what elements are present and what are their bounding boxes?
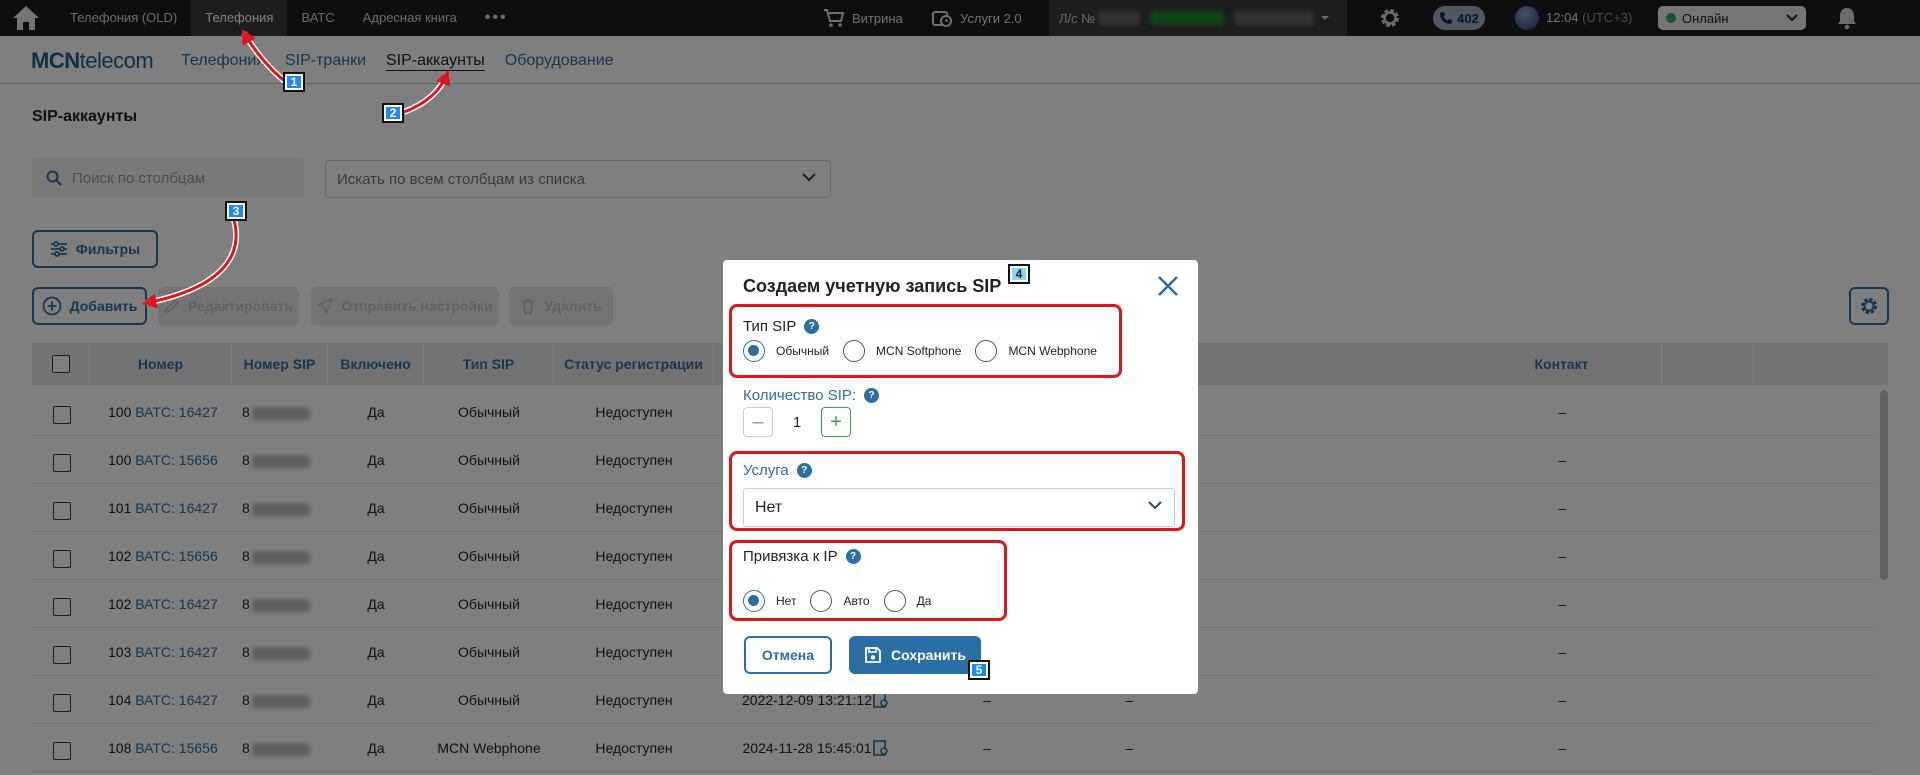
- sip-count-stepper: – 1 +: [743, 406, 853, 438]
- annotation-badge-3: 3: [225, 201, 247, 221]
- annotation-badge-2: 2: [382, 103, 404, 123]
- sip-count-label: Количество SIP:?: [743, 387, 880, 404]
- annotation-badge-1: 1: [283, 72, 305, 92]
- save-label: Сохранить: [891, 647, 966, 663]
- decrement-button[interactable]: –: [743, 407, 773, 437]
- sip-count-value[interactable]: 1: [773, 414, 821, 431]
- annotation-badge-5: 5: [968, 660, 990, 680]
- cancel-button[interactable]: Отмена: [744, 636, 832, 674]
- increment-button[interactable]: +: [821, 407, 851, 437]
- save-icon: [865, 647, 881, 663]
- close-icon[interactable]: [1155, 273, 1181, 299]
- modal-title: Создаем учетную запись SIP: [743, 276, 1002, 296]
- highlight-ip-binding: [729, 540, 1007, 621]
- sip-count-label-text: Количество SIP:: [743, 387, 857, 404]
- highlight-service: [729, 451, 1185, 531]
- save-button[interactable]: Сохранить: [849, 636, 981, 674]
- annotation-badge-4: 4: [1008, 264, 1030, 284]
- highlight-sip-type: [729, 304, 1122, 378]
- help-icon[interactable]: ?: [864, 388, 880, 403]
